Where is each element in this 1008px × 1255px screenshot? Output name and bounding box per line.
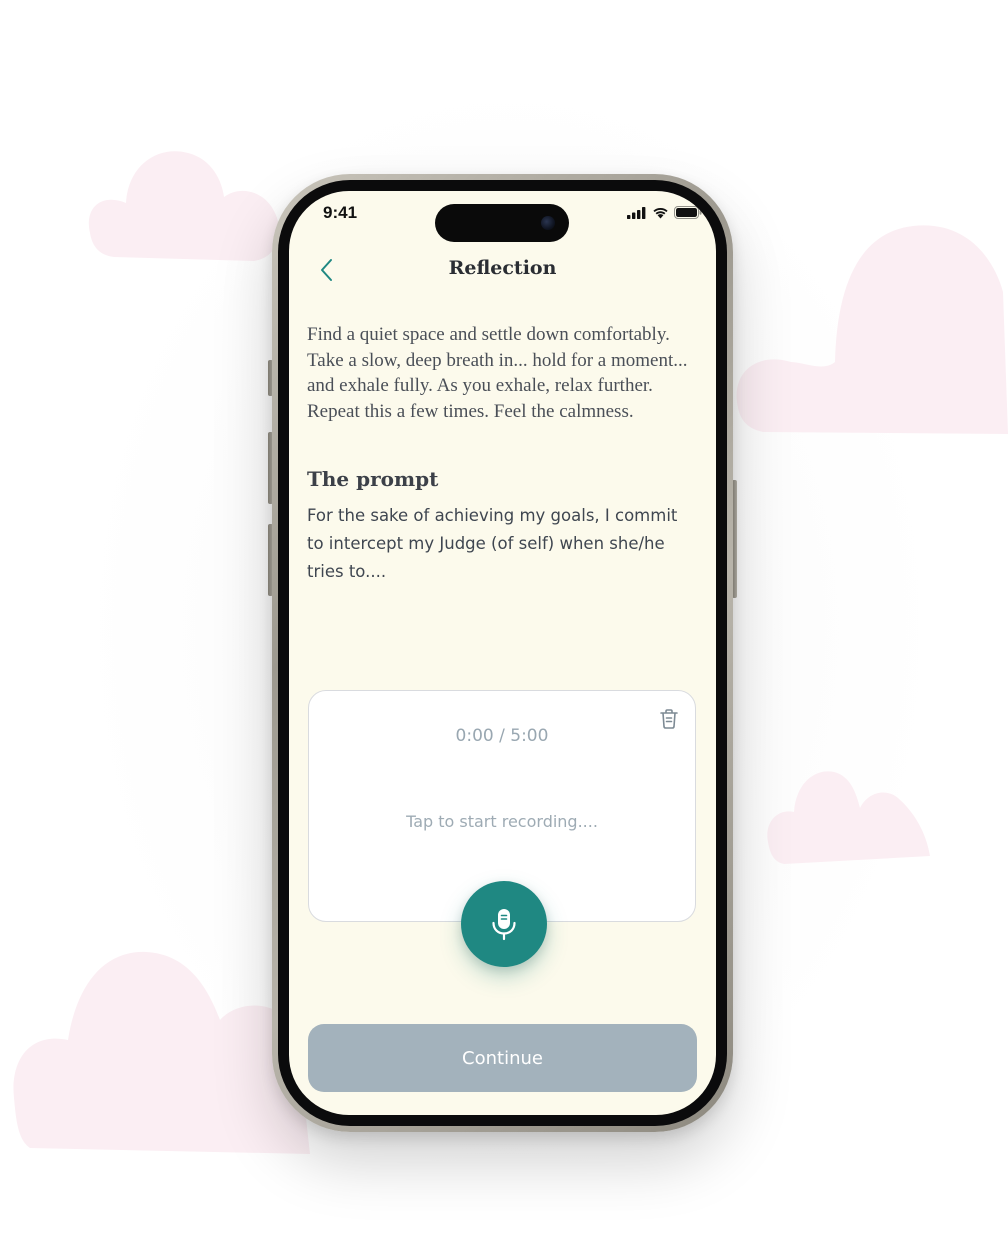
cloud-decoration-mid-right — [767, 771, 930, 864]
continue-button[interactable]: Continue — [308, 1024, 697, 1092]
prompt-heading: The prompt — [307, 467, 439, 491]
microphone-icon — [492, 909, 516, 941]
phone-screen: 9:41 Reflection Find a quiet space and s… — [289, 191, 716, 1115]
cloud-decoration-top-left — [88, 151, 280, 261]
status-time: 9:41 — [323, 203, 358, 222]
cloud-decoration-bottom-left — [13, 951, 310, 1154]
record-button[interactable] — [461, 881, 547, 967]
recording-hint: Tap to start recording.... — [406, 812, 598, 831]
recording-timer: 0:00 / 5:00 — [455, 726, 549, 746]
status-icons — [627, 206, 702, 219]
battery-icon — [674, 206, 702, 219]
front-camera-icon — [541, 216, 555, 230]
cellular-signal-icon — [627, 206, 646, 219]
intro-text: Find a quiet space and settle down comfo… — [307, 324, 688, 422]
dynamic-island — [435, 204, 569, 242]
mockup-stage: 9:41 Reflection Find a quiet space and s… — [0, 0, 1008, 1255]
page-title: Reflection — [448, 257, 557, 279]
wifi-icon — [653, 208, 668, 219]
cloud-decoration-right — [736, 225, 1008, 434]
prompt-text: For the sake of achieving my goals, I co… — [307, 506, 678, 581]
